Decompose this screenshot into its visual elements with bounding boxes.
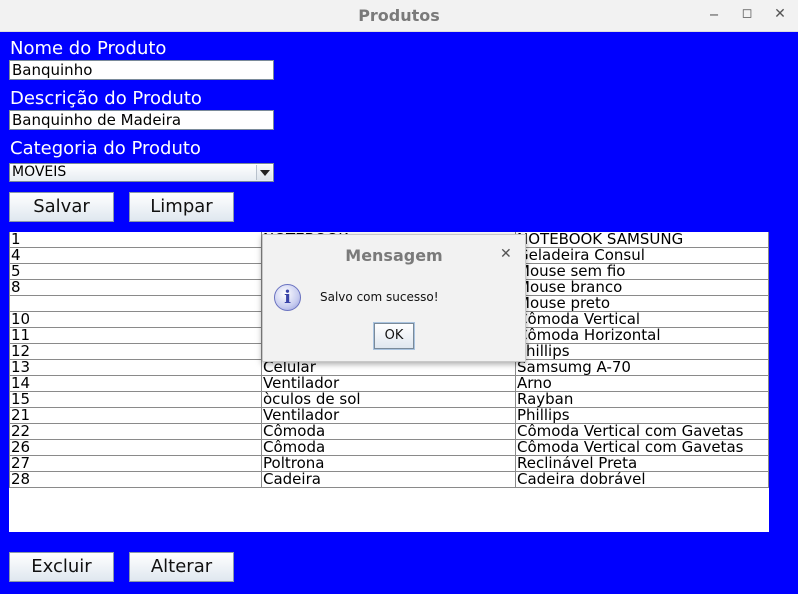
table-cell: Phillips — [516, 408, 769, 424]
table-cell: Celular — [262, 360, 516, 376]
alterar-button[interactable]: Alterar — [129, 552, 234, 582]
table-cell: Arno — [516, 376, 769, 392]
table-cell: Cômoda Horizontal — [516, 328, 769, 344]
table-cell: 15 — [9, 392, 262, 408]
table-cell: 1 — [9, 232, 262, 248]
table-cell: Mouse sem fio — [516, 264, 769, 280]
table-cell: 22 — [9, 424, 262, 440]
categoria-select[interactable]: MOVEIS — [9, 163, 274, 182]
table-cell: 21 — [9, 408, 262, 424]
table-row[interactable]: 28 Cadeira Cadeira dobrável — [9, 472, 769, 488]
table-cell: 27 — [9, 456, 262, 472]
categoria-selected-value: MOVEIS — [12, 164, 67, 180]
table-cell — [9, 296, 262, 312]
nome-input[interactable] — [9, 60, 274, 80]
table-cell: Mouse preto — [516, 296, 769, 312]
nome-label: Nome do Produto — [10, 38, 167, 59]
table-cell: NOTEBOOK SAMSUNG — [516, 232, 769, 248]
table-cell: 28 — [9, 472, 262, 488]
minimize-icon[interactable]: ‒ — [704, 4, 724, 24]
info-icon: i — [274, 284, 301, 311]
dialog-close-icon[interactable]: ✕ — [500, 246, 512, 262]
table-cell: Cômoda Vertical com Gavetas — [516, 424, 769, 440]
table-row[interactable]: 13 Celular Samsumg A-70 — [9, 360, 769, 376]
ok-button[interactable]: OK — [373, 322, 415, 350]
table-cell: Cômoda Vertical — [516, 312, 769, 328]
table-cell: Cadeira dobrável — [516, 472, 769, 488]
table-row[interactable]: 21 Ventilador Phillips — [9, 408, 769, 424]
table-cell: Cômoda — [262, 424, 516, 440]
table-cell: Cômoda — [262, 440, 516, 456]
table-cell: Cadeira — [262, 472, 516, 488]
table-cell: 12 — [9, 344, 262, 360]
table-cell: 11 — [9, 328, 262, 344]
table-cell: Rayban — [516, 392, 769, 408]
table-cell: 26 — [9, 440, 262, 456]
table-cell: 8 — [9, 280, 262, 296]
table-cell: Ventilador — [262, 376, 516, 392]
window-titlebar: Produtos ‒ ◻ ✕ — [0, 0, 798, 32]
message-dialog: Mensagem ✕ i Salvo com sucesso! OK — [262, 234, 526, 362]
table-cell: 13 — [9, 360, 262, 376]
table-cell: Reclinável Preta — [516, 456, 769, 472]
descricao-input[interactable] — [9, 110, 274, 130]
categoria-label: Categoria do Produto — [10, 138, 201, 159]
chevron-down-icon[interactable] — [256, 165, 272, 180]
table-cell: òculos de sol — [262, 392, 516, 408]
close-icon[interactable]: ✕ — [770, 4, 790, 24]
table-cell: 5 — [9, 264, 262, 280]
window-title: Produtos — [358, 6, 440, 25]
table-cell: Poltrona — [262, 456, 516, 472]
table-row[interactable]: 27 Poltrona Reclinável Preta — [9, 456, 769, 472]
table-row[interactable]: 26 Cômoda Cômoda Vertical com Gavetas — [9, 440, 769, 456]
table-cell: 4 — [9, 248, 262, 264]
table-row[interactable]: 14 Ventilador Arno — [9, 376, 769, 392]
dialog-title: Mensagem — [345, 246, 443, 265]
table-cell: Geladeira Consul — [516, 248, 769, 264]
table-cell: Samsumg A-70 — [516, 360, 769, 376]
limpar-button[interactable]: Limpar — [129, 192, 234, 222]
table-cell: Phillips — [516, 344, 769, 360]
table-cell: Ventilador — [262, 408, 516, 424]
table-row[interactable]: 22 Cômoda Cômoda Vertical com Gavetas — [9, 424, 769, 440]
table-cell: Mouse branco — [516, 280, 769, 296]
dialog-message: Salvo com sucesso! — [320, 290, 439, 304]
descricao-label: Descrição do Produto — [10, 88, 202, 109]
table-cell: 10 — [9, 312, 262, 328]
table-cell: 14 — [9, 376, 262, 392]
maximize-icon[interactable]: ◻ — [737, 4, 757, 24]
excluir-button[interactable]: Excluir — [9, 552, 114, 582]
salvar-button[interactable]: Salvar — [9, 192, 114, 222]
table-row[interactable]: 15 òculos de sol Rayban — [9, 392, 769, 408]
table-cell: Cômoda Vertical com Gavetas — [516, 440, 769, 456]
